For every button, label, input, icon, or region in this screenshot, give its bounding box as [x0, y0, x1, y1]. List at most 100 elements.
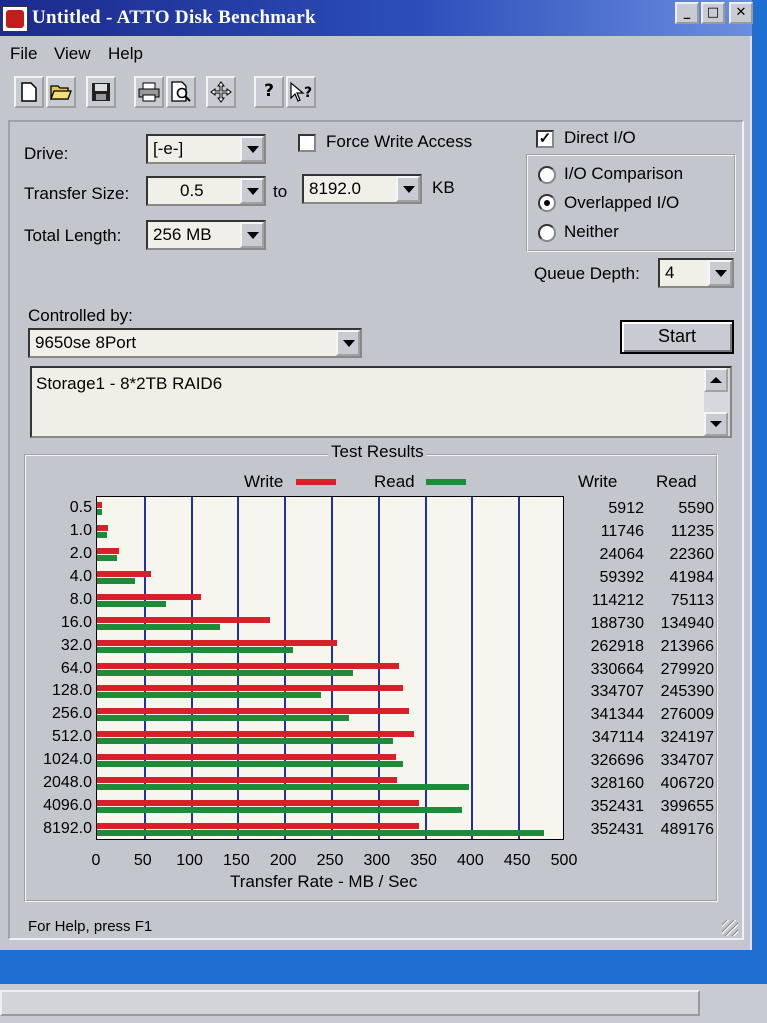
transfer-from-select[interactable]: 0.5	[146, 176, 266, 206]
y-tick-label: 4.0	[69, 567, 92, 585]
direct-io-checkbox[interactable]: ✓	[536, 130, 554, 148]
drive-value: [-e-]	[153, 139, 184, 158]
chevron-down-icon[interactable]	[240, 222, 264, 248]
write-bar	[97, 639, 338, 646]
y-tick-label: 0.5	[69, 499, 92, 516]
transfer-to-select[interactable]: 8192.0	[302, 174, 422, 204]
transfer-rate-chart	[96, 496, 564, 840]
read-bar	[97, 784, 469, 791]
read-value: 11235	[670, 522, 714, 540]
io-comparison-label: I/O Comparison	[564, 164, 684, 183]
write-value: 11746	[600, 522, 644, 540]
help-icon[interactable]: ?	[254, 76, 284, 108]
chevron-down-icon[interactable]	[240, 136, 264, 162]
total-length-value: 256 MB	[153, 225, 212, 244]
read-column-header: Read	[656, 472, 697, 491]
queue-depth-select[interactable]: 4	[658, 258, 734, 288]
open-folder-icon[interactable]	[46, 76, 76, 108]
y-tick-label: 64.0	[60, 659, 92, 677]
start-button[interactable]: Start	[620, 320, 734, 354]
transfer-size-label: Transfer Size:	[24, 184, 130, 203]
read-bar	[97, 531, 108, 538]
drive-select[interactable]: [-e-]	[146, 134, 266, 164]
grid-line	[518, 497, 521, 839]
print-icon[interactable]	[134, 76, 164, 108]
window-title: Untitled - ATTO Disk Benchmark	[32, 7, 316, 28]
write-value: 24064	[599, 545, 645, 563]
write-bar	[97, 593, 202, 600]
status-bar: For Help, press F1	[22, 912, 744, 940]
menu-bar: File View Help	[0, 40, 752, 68]
new-document-icon[interactable]	[14, 76, 44, 108]
minimize-button[interactable]: _	[675, 2, 699, 24]
x-tick-label: 250	[316, 852, 344, 869]
read-value: 324197	[660, 729, 714, 747]
chevron-down-icon[interactable]	[336, 330, 360, 356]
legend-read-swatch	[426, 479, 466, 485]
transfer-from-value: 0.5	[180, 181, 204, 200]
move-icon[interactable]	[206, 76, 236, 108]
controller-select[interactable]: 9650se 8Port	[28, 328, 362, 358]
write-bar	[97, 754, 396, 761]
legend-write-label: Write	[244, 472, 284, 491]
taskbar-button[interactable]	[0, 990, 700, 1016]
read-value: 334707	[660, 752, 714, 770]
write-value: 330664	[590, 660, 644, 678]
y-tick-label: 2.0	[69, 544, 92, 562]
write-value: 326696	[590, 752, 644, 770]
write-value: 262918	[590, 637, 644, 655]
write-bar	[97, 708, 409, 715]
total-length-label: Total Length:	[24, 226, 122, 245]
total-length-select[interactable]: 256 MB	[146, 220, 266, 250]
read-value: 406720	[660, 775, 714, 793]
to-label: to	[273, 182, 288, 201]
svg-text:?: ?	[304, 85, 312, 101]
menu-file[interactable]: File	[10, 44, 37, 64]
y-tick-label: 512.0	[51, 728, 92, 746]
write-bar	[97, 685, 403, 692]
menu-help[interactable]: Help	[108, 44, 143, 64]
save-disk-icon[interactable]	[86, 76, 116, 108]
description-scrollbar[interactable]	[704, 368, 730, 436]
x-tick-label: 150	[223, 852, 250, 869]
maximize-button[interactable]: □	[701, 2, 725, 24]
description-field[interactable]: Storage1 - 8*2TB RAID6	[30, 366, 732, 438]
y-tick-label: 2048.0	[43, 774, 92, 792]
chart-xlabel: Transfer Rate - MB / Sec	[230, 872, 418, 891]
context-help-icon[interactable]: ?	[286, 76, 316, 108]
force-write-checkbox[interactable]	[298, 134, 316, 152]
read-value: 22360	[669, 545, 715, 563]
read-value: 489176	[660, 821, 714, 839]
write-value: 114212	[591, 591, 644, 609]
write-value: 328160	[590, 775, 644, 793]
y-tick-label: 256.0	[51, 705, 92, 723]
scroll-down-icon[interactable]	[704, 412, 728, 436]
write-bar	[97, 662, 400, 669]
read-value: 75113	[670, 591, 714, 609]
controller-value: 9650se 8Port	[35, 333, 137, 352]
neither-radio[interactable]	[538, 224, 556, 242]
close-button[interactable]: ✕	[729, 2, 753, 24]
app-icon[interactable]	[2, 6, 28, 32]
read-bar	[97, 738, 394, 745]
write-value: 334707	[590, 683, 644, 701]
resize-grip-icon[interactable]	[722, 920, 738, 936]
write-value: 59392	[599, 568, 645, 586]
overlapped-io-radio[interactable]	[538, 194, 556, 212]
queue-depth-label: Queue Depth:	[534, 264, 640, 283]
neither-label: Neither	[564, 222, 619, 241]
print-preview-icon[interactable]	[166, 76, 196, 108]
chevron-down-icon[interactable]	[396, 176, 420, 202]
test-results-title: Test Results	[328, 442, 427, 462]
chevron-down-icon[interactable]	[240, 178, 264, 204]
chevron-down-icon[interactable]	[708, 260, 732, 286]
x-tick-label: 200	[269, 852, 297, 869]
y-tick-label: 8.0	[69, 590, 92, 608]
menu-view[interactable]: View	[54, 44, 91, 64]
scroll-up-icon[interactable]	[704, 368, 728, 392]
title-bar[interactable]: Untitled - ATTO Disk Benchmark _ □ ✕	[0, 0, 753, 36]
io-comparison-radio[interactable]	[538, 166, 556, 184]
status-help-text: For Help, press F1	[28, 918, 153, 935]
read-value: 213966	[660, 637, 714, 655]
read-bar	[97, 554, 118, 561]
